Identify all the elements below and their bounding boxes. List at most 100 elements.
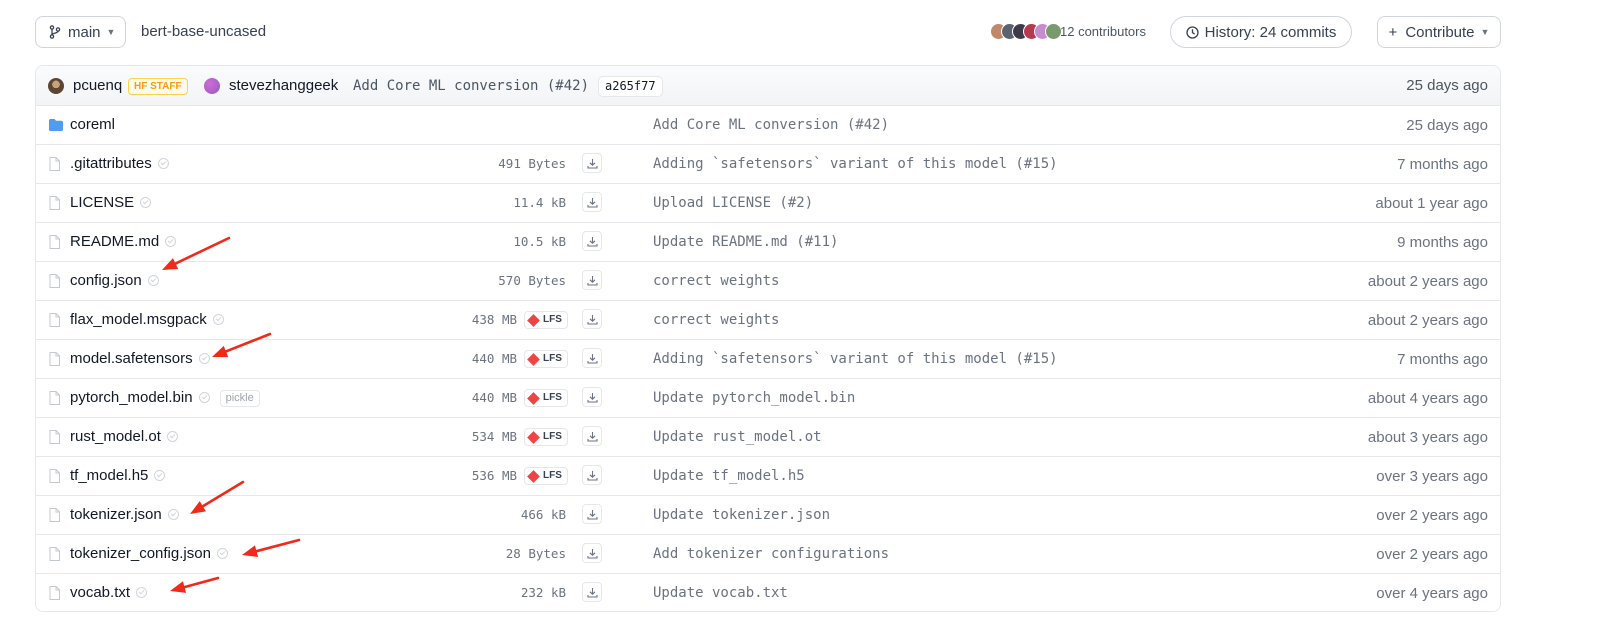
file-name: vocab.txt — [70, 584, 131, 601]
file-commit-time: 25 days ago — [1406, 117, 1488, 134]
download-icon[interactable] — [582, 582, 602, 602]
avatar[interactable] — [204, 78, 220, 94]
safe-check-icon — [166, 431, 178, 442]
download-icon[interactable] — [582, 192, 602, 212]
file-name-link[interactable]: pytorch_model.bin pickle — [70, 389, 260, 407]
staff-badge: HF STAFF — [128, 78, 188, 95]
file-name-link[interactable]: tokenizer_config.json — [70, 545, 228, 562]
contribute-button[interactable]: + Contribute ▼ — [1377, 16, 1501, 48]
repo-path: bert-base-uncased — [141, 23, 267, 40]
lfs-badge: LFS — [524, 311, 568, 329]
download-icon[interactable] — [582, 387, 602, 407]
lfs-label: LFS — [543, 470, 562, 481]
file-row: pytorch_model.bin pickle 440 MB LFS Update p… — [36, 379, 1500, 418]
file-commit-message-link[interactable]: Update README.md (#11) — [653, 234, 838, 250]
file-icon — [49, 235, 60, 254]
file-name-link[interactable]: LICENSE — [70, 194, 152, 211]
file-icon — [49, 196, 60, 215]
commit-sha-link[interactable]: a265f77 — [598, 76, 663, 97]
file-commit-message-link[interactable]: Add tokenizer configurations — [653, 546, 889, 562]
download-icon[interactable] — [582, 426, 602, 446]
file-size: 28 Bytes — [505, 546, 566, 561]
avatar[interactable] — [48, 78, 64, 94]
file-row: rust_model.ot 534 MB LFS Update rust_model.… — [36, 418, 1500, 457]
safe-check-icon — [154, 470, 166, 481]
safe-check-icon — [198, 353, 210, 364]
file-icon — [49, 313, 60, 332]
commit-message-link[interactable]: Add Core ML conversion (#42) — [353, 78, 589, 94]
download-icon[interactable] — [582, 543, 602, 563]
safe-check-icon — [216, 548, 228, 559]
file-commit-time: about 1 year ago — [1375, 195, 1488, 212]
file-size: 438 MB — [471, 312, 517, 327]
file-commit-time: about 3 years ago — [1367, 429, 1488, 446]
lfs-badge: LFS — [524, 389, 568, 407]
download-icon[interactable] — [582, 309, 602, 329]
safe-check-icon — [167, 509, 179, 520]
file-commit-time: 9 months ago — [1397, 234, 1488, 251]
file-size: 570 Bytes — [498, 273, 566, 288]
file-name-link[interactable]: flax_model.msgpack — [70, 311, 224, 328]
folder-icon — [49, 118, 63, 136]
lfs-icon — [527, 430, 540, 444]
file-name-link[interactable]: model.safetensors — [70, 350, 210, 367]
contributor-avatars[interactable] — [990, 23, 1062, 40]
file-name-link[interactable]: rust_model.ot — [70, 428, 178, 445]
file-name-link[interactable]: tokenizer.json — [70, 506, 179, 523]
file-commit-message-link[interactable]: Adding `safetensors` variant of this mod… — [653, 351, 1058, 367]
history-button[interactable]: History: 24 commits — [1170, 16, 1352, 48]
file-size: 232 kB — [520, 585, 566, 600]
branch-selector-button[interactable]: main ▼ — [35, 16, 126, 48]
file-name-link[interactable]: README.md — [70, 233, 177, 250]
file-icon — [49, 547, 60, 566]
file-name-link[interactable]: coreml — [70, 116, 115, 133]
download-icon[interactable] — [582, 153, 602, 173]
file-icon — [49, 586, 60, 605]
file-commit-message-link[interactable]: correct weights — [653, 273, 779, 289]
file-commit-message-link[interactable]: Update tf_model.h5 — [653, 468, 805, 484]
commit-author-link[interactable]: pcuenq — [73, 77, 122, 94]
file-commit-message-link[interactable]: Update tokenizer.json — [653, 507, 830, 523]
lfs-label: LFS — [543, 431, 562, 442]
download-icon[interactable] — [582, 231, 602, 251]
file-commit-message-link[interactable]: Update vocab.txt — [653, 585, 788, 601]
file-name-link[interactable]: .gitattributes — [70, 155, 169, 172]
file-name: flax_model.msgpack — [70, 311, 207, 328]
contributors-link[interactable]: 12 contributors — [1060, 24, 1146, 39]
download-icon[interactable] — [582, 348, 602, 368]
file-size: 11.4 kB — [513, 195, 566, 210]
last-commit-row: pcuenq HF STAFF stevezhanggeek Add Core … — [36, 66, 1500, 106]
lfs-icon — [527, 352, 540, 366]
commit-time: 25 days ago — [1406, 77, 1488, 94]
file-commit-message-link[interactable]: Adding `safetensors` variant of this mod… — [653, 156, 1058, 172]
pickle-badge[interactable]: pickle — [219, 390, 260, 407]
download-icon[interactable] — [582, 504, 602, 524]
file-commit-message-link[interactable]: Update pytorch_model.bin — [653, 390, 855, 406]
file-size: 10.5 kB — [513, 234, 566, 249]
file-row: tf_model.h5 536 MB LFS Update tf_model.h5 ov… — [36, 457, 1500, 496]
lfs-badge: LFS — [524, 467, 568, 485]
file-commit-message-link[interactable]: Upload LICENSE (#2) — [653, 195, 813, 211]
commit-coauthor-link[interactable]: stevezhanggeek — [229, 77, 338, 94]
file-row: README.md 10.5 kB Update README.md (#11) 9 … — [36, 223, 1500, 262]
file-name-link[interactable]: vocab.txt — [70, 584, 148, 601]
download-icon[interactable] — [582, 465, 602, 485]
download-icon[interactable] — [582, 270, 602, 290]
file-name: tf_model.h5 — [70, 467, 149, 484]
file-commit-message-link[interactable]: correct weights — [653, 312, 779, 328]
file-commit-message-link[interactable]: Update rust_model.ot — [653, 429, 822, 445]
file-table: pcuenq HF STAFF stevezhanggeek Add Core … — [35, 65, 1501, 612]
file-icon — [49, 157, 60, 176]
file-icon — [49, 391, 60, 410]
file-name-link[interactable]: config.json — [70, 272, 159, 289]
repo-toolbar: main ▼ bert-base-uncased 12 contributors… — [35, 16, 1501, 48]
file-name: coreml — [70, 116, 116, 133]
chevron-down-icon: ▼ — [1480, 27, 1490, 37]
safe-check-icon — [212, 314, 224, 325]
contribute-label: Contribute — [1405, 23, 1475, 41]
file-row: .gitattributes 491 Bytes Adding `safetenso… — [36, 145, 1500, 184]
file-name-link[interactable]: tf_model.h5 — [70, 467, 166, 484]
lfs-badge: LFS — [524, 428, 568, 446]
file-commit-message-link[interactable]: Add Core ML conversion (#42) — [653, 117, 889, 133]
file-commit-time: about 4 years ago — [1367, 390, 1488, 407]
